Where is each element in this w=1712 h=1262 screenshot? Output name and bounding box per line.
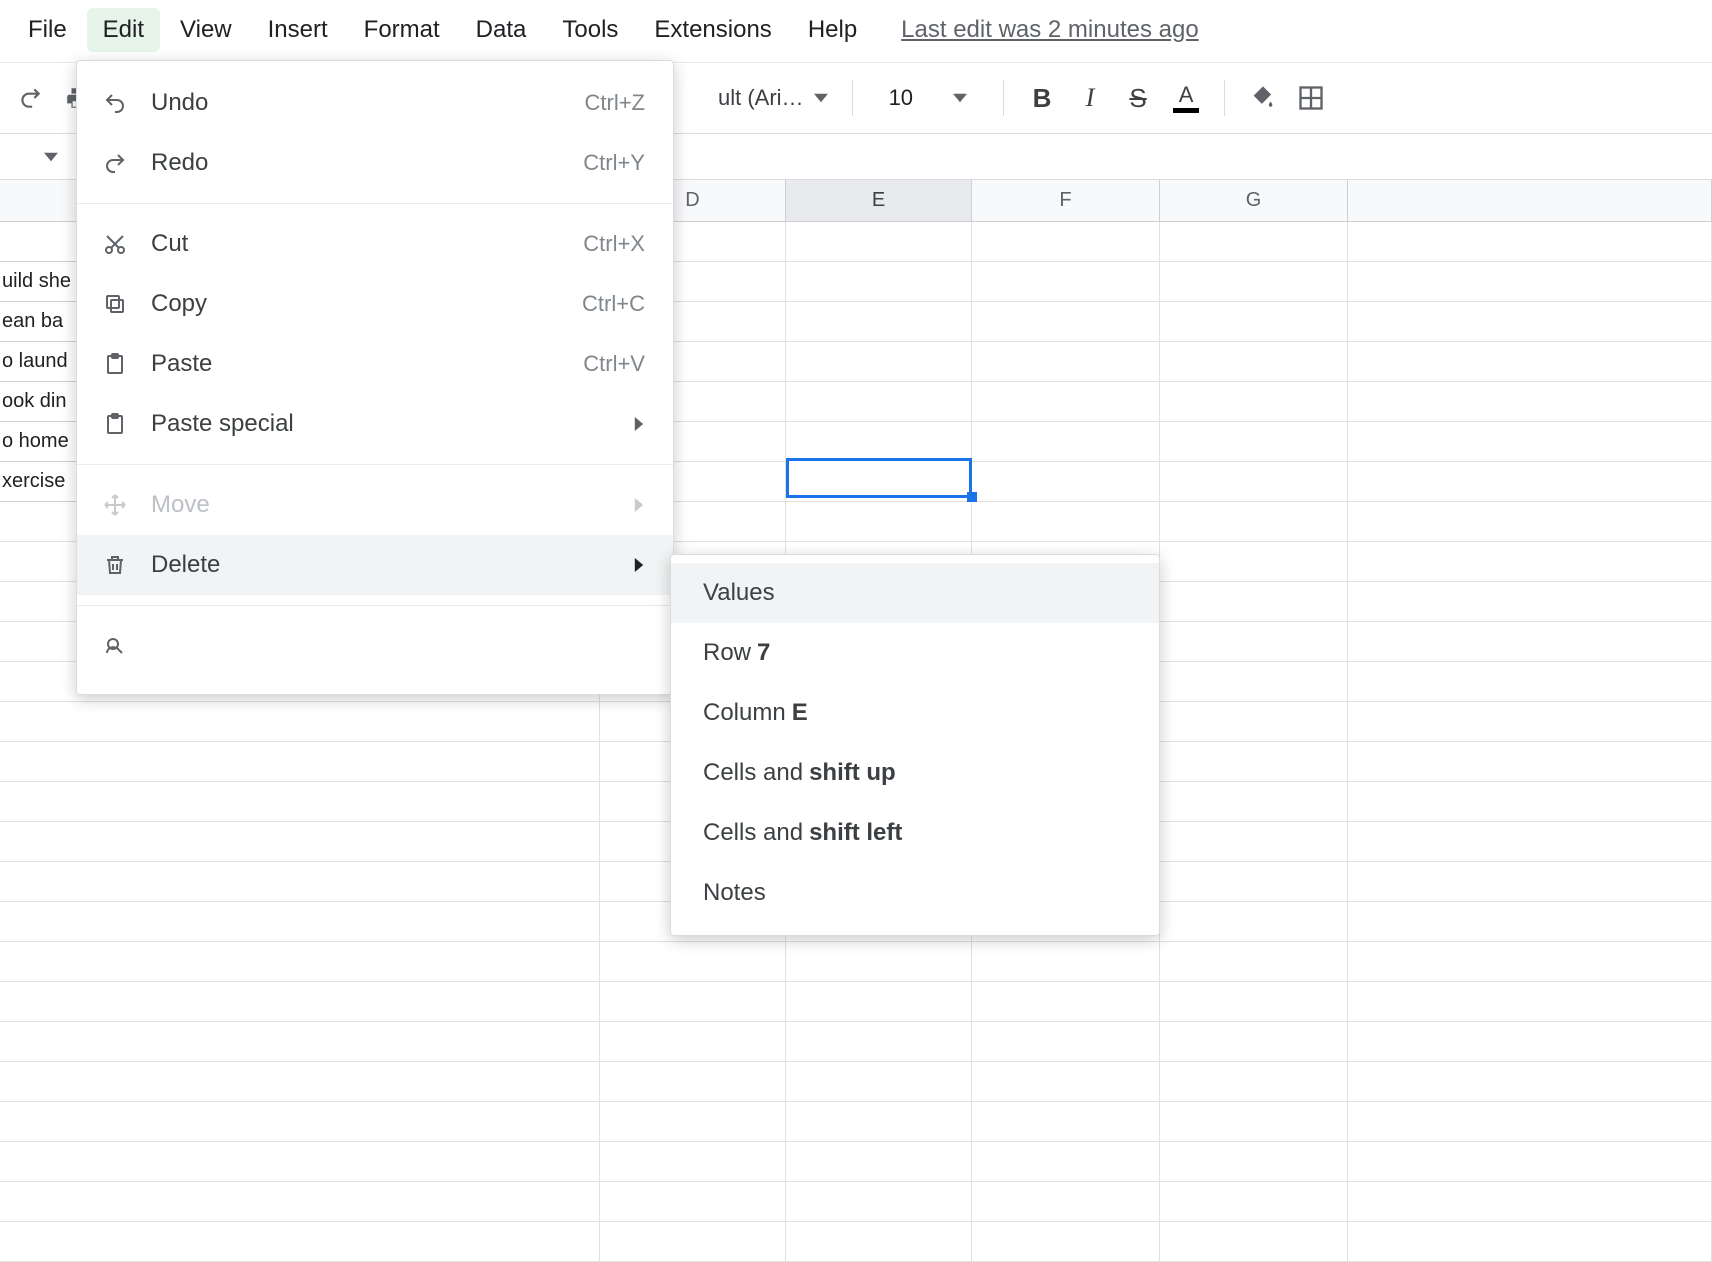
undo-icon xyxy=(101,91,129,115)
menu-item-copy[interactable]: Copy Ctrl+C xyxy=(77,274,673,334)
menu-item-find-replace[interactable] xyxy=(77,616,673,676)
find-replace-icon xyxy=(101,634,129,658)
chevron-right-icon xyxy=(633,558,645,572)
table-cell[interactable]: ean ba xyxy=(0,302,76,342)
left-visible-cells: uild she ean ba o laund ook din o home x… xyxy=(0,222,76,502)
submenu-item-bold: E xyxy=(792,699,808,727)
table-cell[interactable]: o home xyxy=(0,422,76,462)
menu-separator xyxy=(77,203,673,204)
submenu-item-label: Row xyxy=(703,639,751,667)
edit-menu-dropdown: Undo Ctrl+Z Redo Ctrl+Y Cut Ctrl+X Copy … xyxy=(76,60,674,695)
font-size-dropdown[interactable]: 10 xyxy=(889,85,967,111)
toolbar-separator xyxy=(852,80,853,116)
chevron-right-icon xyxy=(633,498,645,512)
submenu-item-label: Values xyxy=(703,579,775,607)
menu-separator xyxy=(77,605,673,606)
font-family-dropdown[interactable]: ult (Ari… xyxy=(712,85,834,111)
table-cell[interactable] xyxy=(0,222,76,262)
menu-insert[interactable]: Insert xyxy=(252,8,344,52)
active-cell-handle[interactable] xyxy=(967,492,977,502)
font-family-label: ult (Ari… xyxy=(718,85,804,111)
trash-icon xyxy=(101,553,129,577)
submenu-item-bold: 7 xyxy=(757,639,770,667)
table-cell[interactable]: ook din xyxy=(0,382,76,422)
menu-item-label: Copy xyxy=(151,290,560,318)
move-icon xyxy=(101,493,129,517)
submenu-item-label: Notes xyxy=(703,879,766,907)
strikethrough-button[interactable]: S xyxy=(1118,78,1158,118)
caret-down-icon xyxy=(953,91,967,105)
column-header-f[interactable]: F xyxy=(972,180,1160,221)
submenu-item-bold: shift left xyxy=(809,819,902,847)
menu-item-label: Paste special xyxy=(151,410,611,438)
menu-item-label: Move xyxy=(151,491,611,519)
fill-color-button[interactable] xyxy=(1243,78,1283,118)
submenu-item-shift-up[interactable]: Cells and shift up xyxy=(671,743,1159,803)
table-cell[interactable]: xercise xyxy=(0,462,76,502)
menu-data[interactable]: Data xyxy=(460,8,543,52)
cut-icon xyxy=(101,232,129,256)
caret-down-icon xyxy=(814,91,828,105)
table-cell[interactable]: o laund xyxy=(0,342,76,382)
menu-item-paste[interactable]: Paste Ctrl+V xyxy=(77,334,673,394)
toolbar-separator xyxy=(1003,80,1004,116)
column-header-e[interactable]: E xyxy=(786,180,972,221)
menu-file[interactable]: File xyxy=(12,8,83,52)
menu-view[interactable]: View xyxy=(164,8,248,52)
name-box-caret[interactable] xyxy=(0,134,70,179)
menu-help[interactable]: Help xyxy=(792,8,873,52)
italic-button[interactable]: I xyxy=(1070,78,1110,118)
chevron-right-icon xyxy=(633,417,645,431)
menu-item-shortcut: Ctrl+C xyxy=(582,291,645,317)
menu-item-label: Delete xyxy=(151,551,611,579)
menu-item-paste-special[interactable]: Paste special xyxy=(77,394,673,454)
paste-icon xyxy=(101,412,129,436)
last-edit-link[interactable]: Last edit was 2 minutes ago xyxy=(901,16,1199,44)
menu-item-undo[interactable]: Undo Ctrl+Z xyxy=(77,73,673,133)
submenu-item-label: Cells and xyxy=(703,759,803,787)
menubar: File Edit View Insert Format Data Tools … xyxy=(0,0,1712,60)
menu-item-label: Paste xyxy=(151,350,561,378)
redo-icon[interactable] xyxy=(10,78,50,118)
menu-item-move: Move xyxy=(77,475,673,535)
menu-tools[interactable]: Tools xyxy=(546,8,634,52)
toolbar-separator xyxy=(1224,80,1225,116)
menu-edit[interactable]: Edit xyxy=(87,8,160,52)
submenu-item-row[interactable]: Row 7 xyxy=(671,623,1159,683)
menu-item-label: Cut xyxy=(151,230,561,258)
submenu-item-column[interactable]: Column E xyxy=(671,683,1159,743)
bold-button[interactable]: B xyxy=(1022,78,1062,118)
menu-format[interactable]: Format xyxy=(348,8,456,52)
menu-item-label: Redo xyxy=(151,149,561,177)
column-header-g[interactable]: G xyxy=(1160,180,1348,221)
menu-item-shortcut: Ctrl+Y xyxy=(583,150,645,176)
submenu-item-bold: shift up xyxy=(809,759,896,787)
paste-icon xyxy=(101,352,129,376)
menu-extensions[interactable]: Extensions xyxy=(638,8,787,52)
font-size-value: 10 xyxy=(889,85,913,111)
copy-icon xyxy=(101,292,129,316)
redo-icon xyxy=(101,151,129,175)
submenu-item-values[interactable]: Values xyxy=(671,563,1159,623)
submenu-item-notes[interactable]: Notes xyxy=(671,863,1159,923)
menu-item-delete[interactable]: Delete xyxy=(77,535,673,595)
menu-item-cut[interactable]: Cut Ctrl+X xyxy=(77,214,673,274)
menu-item-label: Undo xyxy=(151,89,563,117)
submenu-item-label: Column xyxy=(703,699,786,727)
submenu-item-label: Cells and xyxy=(703,819,803,847)
menu-item-shortcut: Ctrl+Z xyxy=(585,90,646,116)
submenu-item-shift-left[interactable]: Cells and shift left xyxy=(671,803,1159,863)
delete-submenu: Values Row 7 Column E Cells and shift up… xyxy=(670,554,1160,936)
borders-button[interactable] xyxy=(1291,78,1331,118)
table-cell[interactable]: uild she xyxy=(0,262,76,302)
menu-item-shortcut: Ctrl+X xyxy=(583,231,645,257)
menu-separator xyxy=(77,464,673,465)
text-color-button[interactable]: A xyxy=(1166,78,1206,118)
active-cell-outline xyxy=(786,458,972,498)
menu-item-shortcut: Ctrl+V xyxy=(583,351,645,377)
menu-item-redo[interactable]: Redo Ctrl+Y xyxy=(77,133,673,193)
